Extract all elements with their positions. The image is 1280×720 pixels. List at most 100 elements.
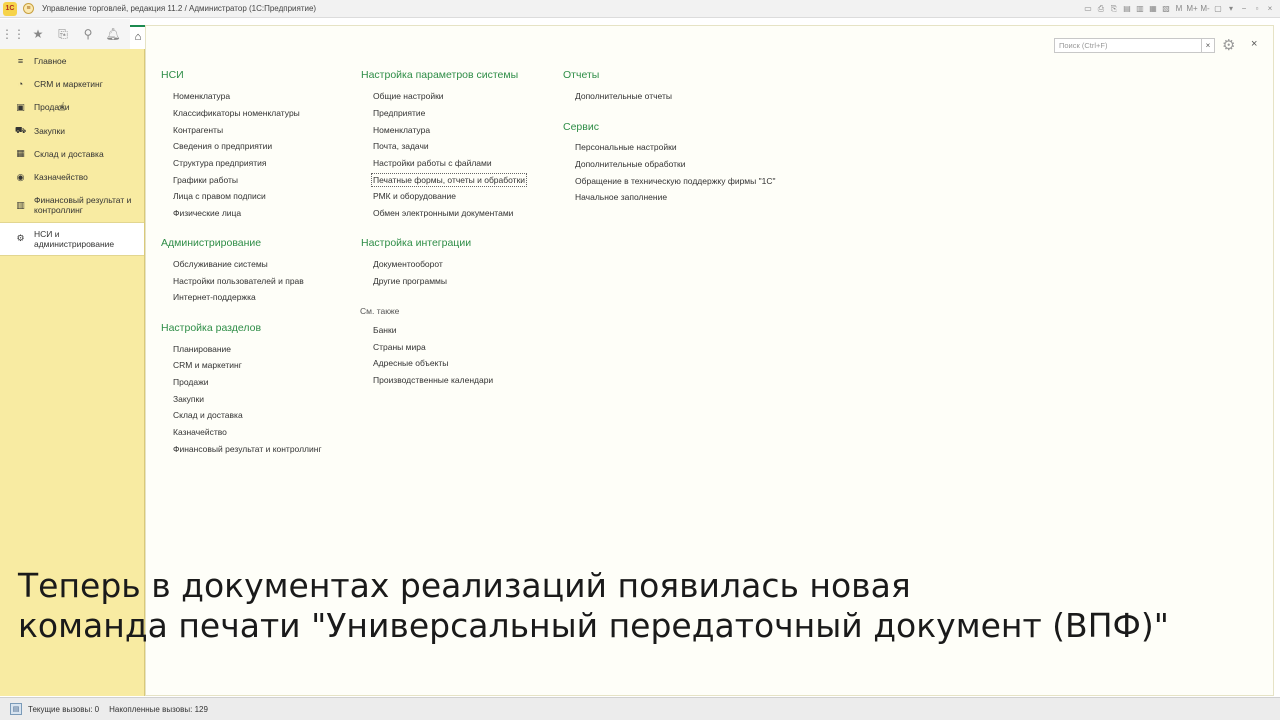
warehouse-icon: ▦: [16, 148, 25, 159]
section-title-integration: Настройка интеграции: [361, 237, 472, 249]
sidebar-item-label: Казначейство: [34, 172, 88, 183]
link-counterparties[interactable]: Контрагенты: [173, 125, 223, 135]
link-other-programs[interactable]: Другие программы: [373, 276, 447, 286]
search-input[interactable]: Поиск (Ctrl+F): [1054, 38, 1206, 53]
apps-icon[interactable]: ⋮⋮: [1, 22, 25, 46]
sidebar-item-warehouse[interactable]: ▦ Склад и доставка: [0, 142, 144, 165]
link-company-info[interactable]: Сведения о предприятии: [173, 141, 272, 151]
link-system-maintenance[interactable]: Обслуживание системы: [173, 259, 268, 269]
link-finance[interactable]: Финансовый результат и контроллинг: [173, 444, 322, 454]
link-tech-support[interactable]: Обращение в техническую поддержку фирмы …: [575, 176, 776, 186]
search-icon[interactable]: ⚲: [76, 22, 100, 46]
video-caption: Теперь в документах реализаций появилась…: [18, 566, 1268, 646]
section-title-nsi: НСИ: [161, 69, 184, 81]
print-icon[interactable]: ⎙: [1095, 2, 1107, 15]
link-nomenclature[interactable]: Номенклатура: [173, 91, 230, 101]
sidebar-item-label: Финансовый результат и контроллинг: [34, 195, 132, 216]
memory-minus-icon[interactable]: M-: [1199, 2, 1211, 15]
info-dropdown-icon[interactable]: ▾: [1225, 2, 1237, 15]
memory-m-icon[interactable]: M: [1173, 2, 1185, 15]
sidebar-item-label: НСИ и администрирование: [34, 228, 115, 249]
window-icon-0[interactable]: ▭: [1082, 2, 1094, 15]
star-icon[interactable]: ★: [26, 22, 50, 46]
history-icon[interactable]: ⎘: [51, 22, 75, 46]
link-individuals[interactable]: Физические лица: [173, 208, 241, 218]
sidebar-item-label: Склад и доставка: [34, 148, 104, 159]
gear-icon: ⚙: [16, 233, 25, 244]
bar-chart-icon: ▥: [16, 199, 25, 210]
memory-plus-icon[interactable]: M+: [1186, 2, 1198, 15]
current-calls-text: Текущие вызовы: 0: [28, 704, 100, 714]
caption-line-1: Теперь в документах реализаций появилась…: [18, 566, 911, 605]
calls-icon[interactable]: ▤: [10, 703, 22, 715]
cart-icon: ⛟: [14, 124, 27, 135]
sidebar-item-nsi-admin[interactable]: ⚙ НСИ и администрирование: [0, 221, 144, 256]
link-banks[interactable]: Банки: [373, 325, 396, 335]
link-signatories[interactable]: Лица с правом подписи: [173, 191, 266, 201]
link-enterprise[interactable]: Предприятие: [373, 108, 425, 118]
app-logo-icon: 1С: [3, 1, 17, 16]
minimize-icon[interactable]: −: [1238, 2, 1250, 15]
link-mail-tasks[interactable]: Почта, задачи: [373, 141, 429, 151]
link-print-forms[interactable]: Печатные формы, отчеты и обработки: [370, 173, 528, 187]
status-bar: ▤ Текущие вызовы: 0 Накопленные вызовы: …: [0, 697, 1280, 720]
window-icon-5[interactable]: ▦: [1147, 2, 1159, 15]
link-user-settings[interactable]: Настройки пользователей и прав: [173, 276, 304, 286]
window-icon-10[interactable]: ▢: [1212, 2, 1224, 15]
mouse-cursor-icon: ☝: [58, 100, 66, 114]
main-menu-button[interactable]: ≡: [23, 3, 34, 14]
section-title-admin: Администрирование: [161, 237, 262, 249]
link-address-objects[interactable]: Адресные объекты: [373, 358, 448, 368]
sidebar-item-label: CRM и маркетинг: [34, 78, 103, 89]
sidebar-item-sales[interactable]: ▣ Продажи: [0, 96, 144, 119]
coin-icon: ◉: [16, 171, 25, 182]
section-title-sections: Настройка разделов: [161, 322, 262, 334]
link-production-calendars[interactable]: Производственные календари: [373, 375, 493, 385]
window-icon-3[interactable]: ▤: [1121, 2, 1133, 15]
sidebar-item-finance[interactable]: ▥ Финансовый результат и контроллинг: [0, 189, 144, 222]
copy-icon[interactable]: ⎘: [1108, 2, 1120, 15]
link-planning[interactable]: Планирование: [173, 344, 231, 354]
title-bar: 1С ≡ Управление торговлей, редакция 11.2…: [0, 0, 1280, 18]
link-edi[interactable]: Обмен электронными документами: [373, 208, 513, 218]
link-pos-equipment[interactable]: РМК и оборудование: [373, 191, 456, 201]
search-clear-icon[interactable]: ×: [1201, 38, 1215, 53]
link-params-nomenclature[interactable]: Номенклатура: [373, 125, 430, 135]
link-crm[interactable]: CRM и маркетинг: [173, 360, 242, 370]
sidebar-item-purchases[interactable]: ⛟ Закупки: [0, 119, 144, 142]
link-internet-support[interactable]: Интернет-поддержка: [173, 292, 256, 302]
link-warehouse[interactable]: Склад и доставка: [173, 410, 243, 420]
section-title-params: Настройка параметров системы: [361, 69, 519, 81]
sidebar-item-treasury[interactable]: ◉ Казначейство: [0, 165, 144, 188]
home-tab[interactable]: ⌂: [130, 25, 146, 47]
link-document-flow[interactable]: Документооборот: [373, 259, 443, 269]
link-purchases[interactable]: Закупки: [173, 394, 204, 404]
link-personal-settings[interactable]: Персональные настройки: [575, 142, 677, 152]
link-countries[interactable]: Страны мира: [373, 342, 426, 352]
link-file-settings[interactable]: Настройки работы с файлами: [373, 158, 492, 168]
link-additional-reports[interactable]: Дополнительные отчеты: [575, 91, 672, 101]
section-title-service: Сервис: [563, 121, 599, 133]
link-company-structure[interactable]: Структура предприятия: [173, 158, 266, 168]
window-icon-4[interactable]: ▥: [1134, 2, 1146, 15]
sidebar-item-crm[interactable]: ◔ CRM и маркетинг: [0, 72, 144, 95]
link-sales[interactable]: Продажи: [173, 377, 209, 387]
window-icon-6[interactable]: ▧: [1160, 2, 1172, 15]
sidebar-item-label: Главное: [34, 55, 67, 66]
link-additional-processing[interactable]: Дополнительные обработки: [575, 159, 685, 169]
pie-chart-icon: ◔: [17, 78, 24, 89]
window-controls: ▭ ⎙ ⎘ ▤ ▥ ▦ ▧ M M+ M- ▢ ▾ − ▫ ×: [1082, 2, 1276, 15]
link-initial-fill[interactable]: Начальное заполнение: [575, 192, 667, 202]
settings-gear-icon[interactable]: ⚙: [1222, 36, 1235, 54]
accumulated-calls-text: Накопленные вызовы: 129: [109, 704, 208, 714]
close-panel-icon[interactable]: ×: [1251, 38, 1257, 50]
link-treasury[interactable]: Казначейство: [173, 427, 227, 437]
link-work-schedules[interactable]: Графики работы: [173, 175, 238, 185]
caption-line-2: команда печати "Универсальный передаточн…: [18, 606, 1169, 645]
close-window-icon[interactable]: ×: [1264, 2, 1276, 15]
link-classifiers[interactable]: Классификаторы номенклатуры: [173, 108, 300, 118]
bell-icon[interactable]: 🔔︎: [101, 22, 125, 46]
link-general-settings[interactable]: Общие настройки: [373, 91, 444, 101]
restore-icon[interactable]: ▫: [1251, 2, 1263, 15]
sidebar-item-main[interactable]: ≡ Главное: [0, 49, 144, 72]
